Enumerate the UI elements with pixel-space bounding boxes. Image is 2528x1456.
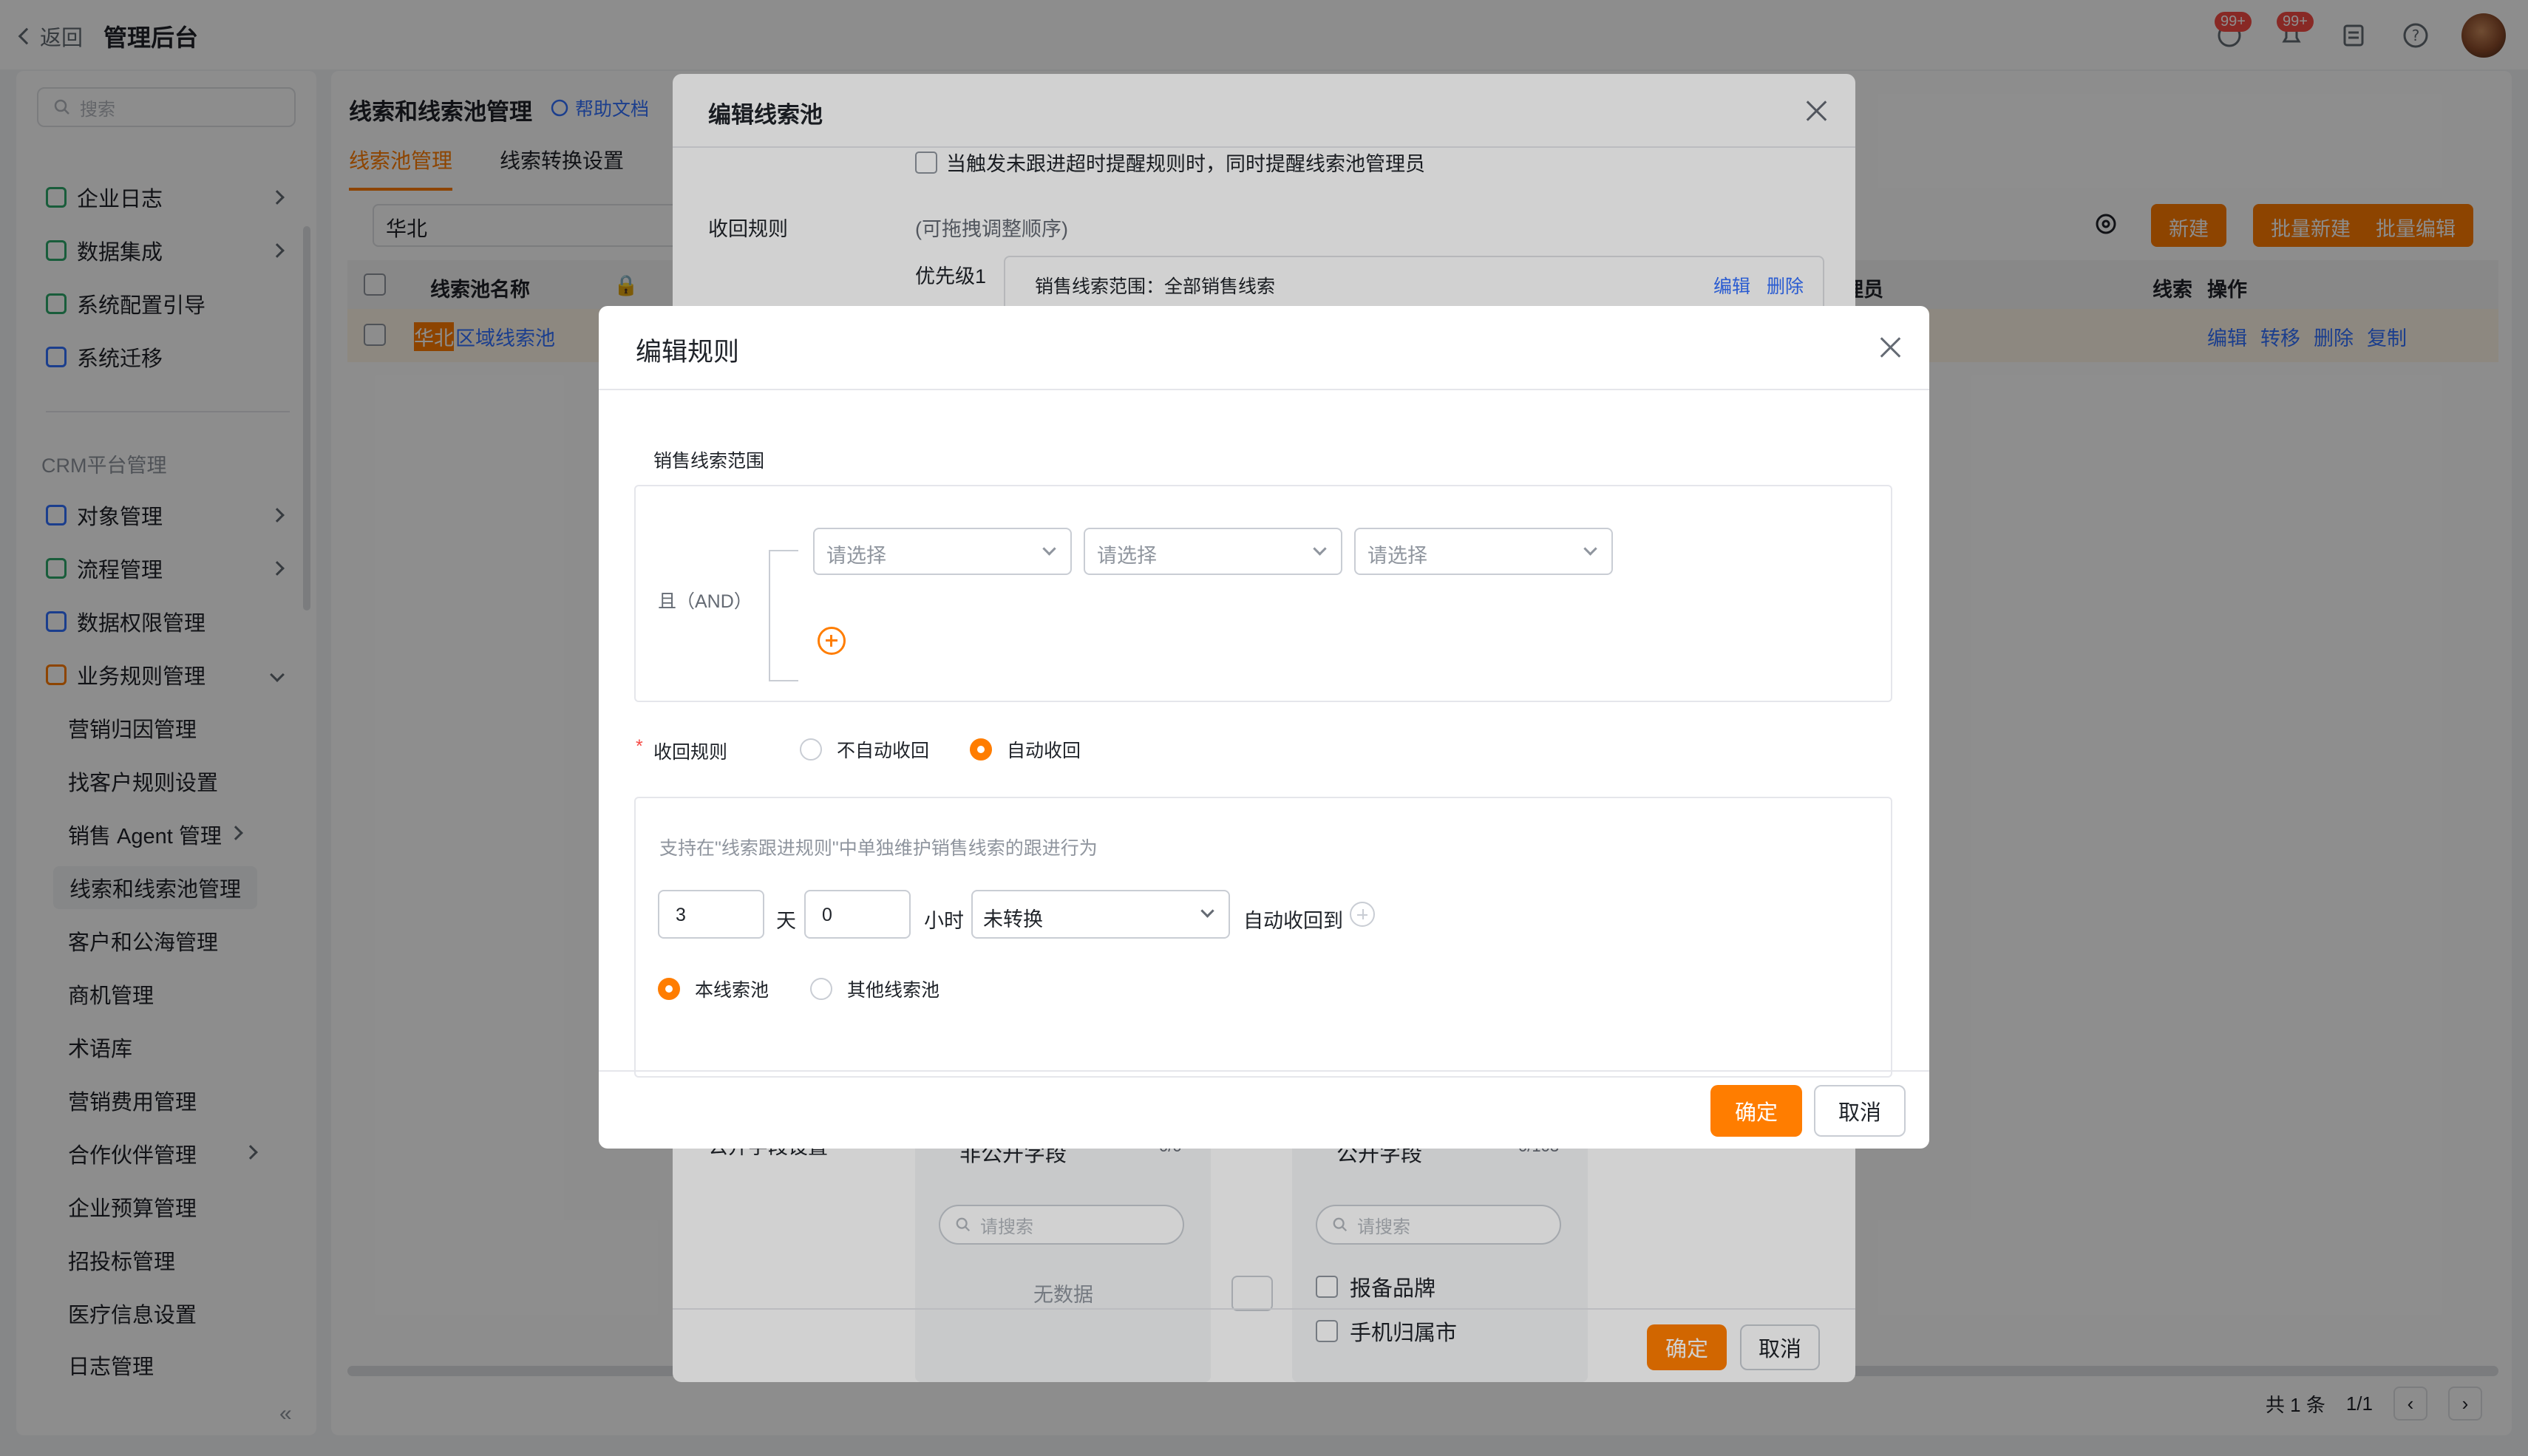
hours-unit: 小时 xyxy=(924,910,964,932)
add-condition-icon[interactable] xyxy=(818,627,846,655)
auto-recycle-radio[interactable]: 自动收回 xyxy=(970,736,1081,763)
edit-rule-dialog-title: 编辑规则 xyxy=(636,338,740,367)
condition-select-field[interactable]: 请选择 xyxy=(813,528,1072,575)
condition-select-operator[interactable]: 请选择 xyxy=(1084,528,1342,575)
close-icon[interactable] xyxy=(1878,334,1904,361)
radio-circle-selected[interactable] xyxy=(658,978,680,1000)
edit-rule-dialog: 编辑规则 销售线索范围 且（AND） 请选择 请选择 请选择 * 收回规则 不自… xyxy=(599,306,1929,1149)
required-marker: * xyxy=(636,736,643,757)
and-operator-label: 且（AND） xyxy=(658,591,752,612)
radio-label: 其他线索池 xyxy=(847,980,940,1001)
chevron-down-icon xyxy=(1042,542,1056,556)
select-placeholder: 请选择 xyxy=(1367,545,1427,567)
add-rule-icon[interactable] xyxy=(1350,902,1375,927)
hours-input[interactable]: 0 xyxy=(804,890,911,939)
lead-status-select[interactable]: 未转换 xyxy=(971,890,1230,939)
follow-up-hint: 支持在"线索跟进规则"中单独维护销售线索的跟进行为 xyxy=(659,838,1098,859)
select-placeholder: 请选择 xyxy=(826,545,886,567)
this-pool-radio[interactable]: 本线索池 xyxy=(658,976,769,1002)
chevron-down-icon xyxy=(1200,904,1214,918)
condition-bracket xyxy=(769,550,798,681)
radio-circle-selected[interactable] xyxy=(970,738,992,761)
radio-label: 本线索池 xyxy=(695,980,769,1001)
select-placeholder: 请选择 xyxy=(1097,545,1157,567)
chevron-down-icon xyxy=(1583,542,1597,556)
rule-cancel-button[interactable]: 取消 xyxy=(1814,1085,1906,1137)
days-unit: 天 xyxy=(776,910,796,932)
edit-rule-dialog-header: 编辑规则 xyxy=(599,306,1929,390)
rule-confirm-button[interactable]: 确定 xyxy=(1710,1085,1802,1137)
radio-circle[interactable] xyxy=(800,738,822,761)
other-pool-radio[interactable]: 其他线索池 xyxy=(810,976,939,1002)
no-auto-recycle-radio[interactable]: 不自动收回 xyxy=(800,736,929,763)
condition-select-value[interactable]: 请选择 xyxy=(1354,528,1613,575)
auto-recycle-settings: 支持在"线索跟进规则"中单独维护销售线索的跟进行为 3 天 0 小时 未转换 自… xyxy=(634,797,1892,1078)
scope-label: 销售线索范围 xyxy=(653,451,765,472)
recycle-rule-label: 收回规则 xyxy=(653,742,728,763)
condition-group: 且（AND） 请选择 请选择 请选择 xyxy=(634,485,1892,702)
radio-label: 不自动收回 xyxy=(837,741,930,761)
radio-circle[interactable] xyxy=(810,978,832,1000)
radio-label: 自动收回 xyxy=(1007,741,1081,761)
edit-rule-dialog-footer: 确定 取消 xyxy=(599,1070,1929,1149)
chevron-down-icon xyxy=(1313,542,1327,556)
days-input[interactable]: 3 xyxy=(658,890,764,939)
lead-status-value: 未转换 xyxy=(983,908,1043,931)
auto-recycle-to-label: 自动收回到 xyxy=(1243,910,1343,932)
